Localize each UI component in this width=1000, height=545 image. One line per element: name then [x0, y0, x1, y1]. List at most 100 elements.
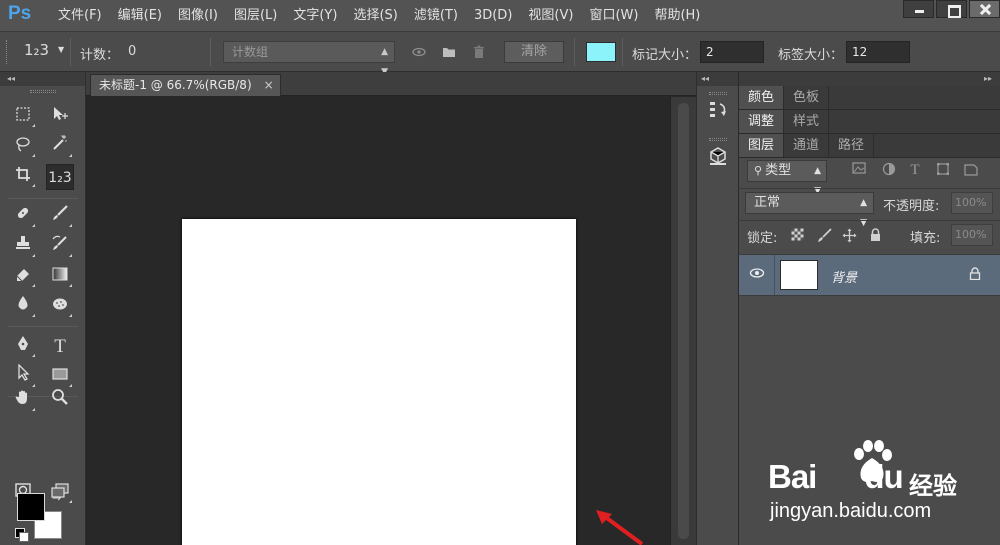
count-tool-icon[interactable]: 1₂3 — [46, 164, 74, 190]
eye-icon[interactable] — [411, 44, 427, 60]
menu-item[interactable]: 文件(F) — [50, 0, 110, 32]
document-tab[interactable]: 未标题-1 @ 66.7%(RGB/8) × — [90, 74, 281, 96]
lock-image-pixels-icon[interactable] — [816, 228, 832, 244]
document-close-icon[interactable]: × — [264, 75, 274, 96]
layer-filter-kind: 类型 — [765, 163, 792, 178]
foreground-color-swatch[interactable] — [17, 493, 45, 521]
tab-styles[interactable]: 样式 — [784, 110, 830, 133]
folder-icon[interactable] — [441, 44, 457, 60]
menu-item[interactable]: 窗口(W) — [581, 0, 646, 32]
tab-layers[interactable]: 图层 — [739, 134, 785, 157]
dock-collapse-icon[interactable]: ◂◂ — [697, 72, 738, 86]
3d-panel-icon[interactable] — [706, 146, 730, 170]
layers-panel-tabs: 图层 通道 路径 — [739, 134, 1000, 158]
hand-tool-icon[interactable] — [9, 388, 37, 414]
menu-item[interactable]: 帮助(H) — [646, 0, 708, 32]
menu-item[interactable]: 编辑(E) — [110, 0, 170, 32]
pixel-filter-icon[interactable] — [851, 162, 867, 178]
opacity-input[interactable]: 100% — [951, 192, 993, 214]
blur-tool-icon[interactable] — [9, 294, 37, 320]
tools-panel: ◂◂ 1₂3 T — [0, 72, 86, 545]
dock-grip[interactable] — [709, 138, 727, 141]
blend-mode-select[interactable]: 正常 ▲ ▼ — [745, 192, 874, 228]
shape-filter-icon[interactable] — [935, 162, 951, 178]
minimize-icon[interactable] — [903, 0, 934, 18]
menu-items: 文件(F) 编辑(E) 图像(I) 图层(L) 文字(Y) 选择(S) 滤镜(T) 3D(D)… — [50, 0, 708, 32]
menu-item[interactable]: 图层(L) — [226, 0, 285, 32]
lock-transparent-pixels-icon[interactable] — [789, 228, 805, 244]
menu-item[interactable]: 视图(V) — [520, 0, 581, 32]
type-filter-icon[interactable]: T — [907, 162, 923, 178]
clear-button[interactable]: 清除 — [504, 41, 564, 63]
layer-name[interactable]: 背景 — [831, 267, 857, 286]
count-label: 计数： — [80, 48, 120, 63]
zoom-tool-icon[interactable] — [46, 388, 74, 414]
smart-object-filter-icon[interactable] — [963, 162, 979, 178]
options-separator — [574, 38, 575, 66]
vertical-scrollbar[interactable] — [670, 97, 696, 545]
panels-collapse-icon[interactable]: ▸▸ — [739, 72, 1000, 86]
pen-tool-icon[interactable] — [9, 334, 37, 360]
options-bar-grip[interactable] — [6, 40, 8, 64]
history-brush-tool-icon[interactable] — [46, 234, 74, 260]
adjustment-filter-icon[interactable] — [881, 162, 897, 178]
fill-input[interactable]: 100% — [951, 224, 993, 246]
document-canvas[interactable] — [182, 219, 576, 545]
dock-grip[interactable] — [709, 92, 727, 95]
healing-brush-tool-icon[interactable] — [9, 204, 37, 230]
menu-bar: Ps 文件(F) 编辑(E) 图像(I) 图层(L) 文字(Y) 选择(S) 滤镜(T) 3D… — [0, 0, 1000, 32]
toolbar-grip[interactable] — [30, 90, 56, 93]
baidu-watermark: Bai du 经验 jingyan.baidu.com — [768, 440, 988, 530]
clone-stamp-tool-icon[interactable] — [9, 234, 37, 260]
tab-swatches[interactable]: 色板 — [784, 86, 830, 109]
menu-item[interactable]: 文字(Y) — [285, 0, 345, 32]
close-window-icon[interactable] — [969, 0, 1000, 18]
canvas-pasteboard[interactable] — [86, 97, 670, 545]
gradient-tool-icon[interactable] — [46, 264, 74, 290]
document-area: 未标题-1 @ 66.7%(RGB/8) × — [86, 72, 696, 545]
path-selection-tool-icon[interactable] — [9, 363, 37, 390]
rectangle-tool-icon[interactable] — [46, 364, 74, 390]
marquee-tool-icon[interactable] — [9, 104, 37, 130]
lasso-tool-icon[interactable] — [9, 134, 37, 160]
eraser-tool-icon[interactable] — [9, 264, 37, 290]
type-tool-icon[interactable]: T — [46, 334, 74, 360]
lock-all-icon[interactable] — [867, 228, 883, 244]
maximize-icon[interactable] — [936, 0, 967, 18]
marker-size-label: 标记大小： — [632, 48, 698, 63]
tab-color[interactable]: 颜色 — [739, 86, 785, 109]
count-group-placeholder: 计数组 — [232, 45, 269, 59]
screen-mode-icon[interactable] — [46, 480, 74, 506]
menu-item[interactable]: 3D(D) — [466, 0, 520, 32]
lock-position-icon[interactable] — [841, 228, 857, 244]
count-group-select[interactable]: 计数组 ▲▼ — [223, 41, 395, 77]
sponge-tool-icon[interactable] — [46, 294, 74, 320]
tool-preset-dropdown-arrow[interactable]: ▼ — [58, 45, 64, 54]
eye-icon[interactable] — [739, 255, 775, 295]
label-size-input[interactable]: 12 — [846, 41, 910, 63]
label-size-label: 标签大小： — [778, 48, 844, 63]
crop-tool-icon[interactable] — [9, 164, 37, 190]
marker-color-swatch[interactable] — [586, 42, 616, 62]
marker-size-input[interactable]: 2 — [700, 41, 764, 63]
menu-item[interactable]: 图像(I) — [170, 0, 226, 32]
layer-lock-icon — [969, 267, 981, 283]
menu-item[interactable]: 选择(S) — [345, 0, 405, 32]
menu-item[interactable]: 滤镜(T) — [406, 0, 466, 32]
default-colors-icon[interactable] — [15, 528, 29, 542]
tab-adjustments[interactable]: 调整 — [739, 110, 785, 133]
blend-mode-value: 正常 — [754, 195, 781, 210]
layer-row[interactable]: 背景 — [739, 254, 1000, 296]
move-tool-icon[interactable] — [46, 104, 74, 130]
history-panel-icon[interactable] — [706, 100, 730, 124]
count-tool-preset-icon[interactable]: 1₂3 — [24, 41, 49, 59]
trash-icon[interactable] — [471, 44, 487, 60]
scrollbar-thumb[interactable] — [678, 103, 689, 539]
magic-wand-tool-icon[interactable] — [46, 134, 74, 160]
layer-filter-select[interactable]: ⚲ 类型 ▲ ▼ — [747, 160, 827, 196]
layer-thumbnail[interactable] — [780, 260, 818, 290]
tab-paths[interactable]: 路径 — [829, 134, 875, 157]
tab-channels[interactable]: 通道 — [784, 134, 830, 157]
brush-tool-icon[interactable] — [46, 204, 74, 230]
toolbar-collapse-icon[interactable]: ◂◂ — [0, 72, 85, 86]
